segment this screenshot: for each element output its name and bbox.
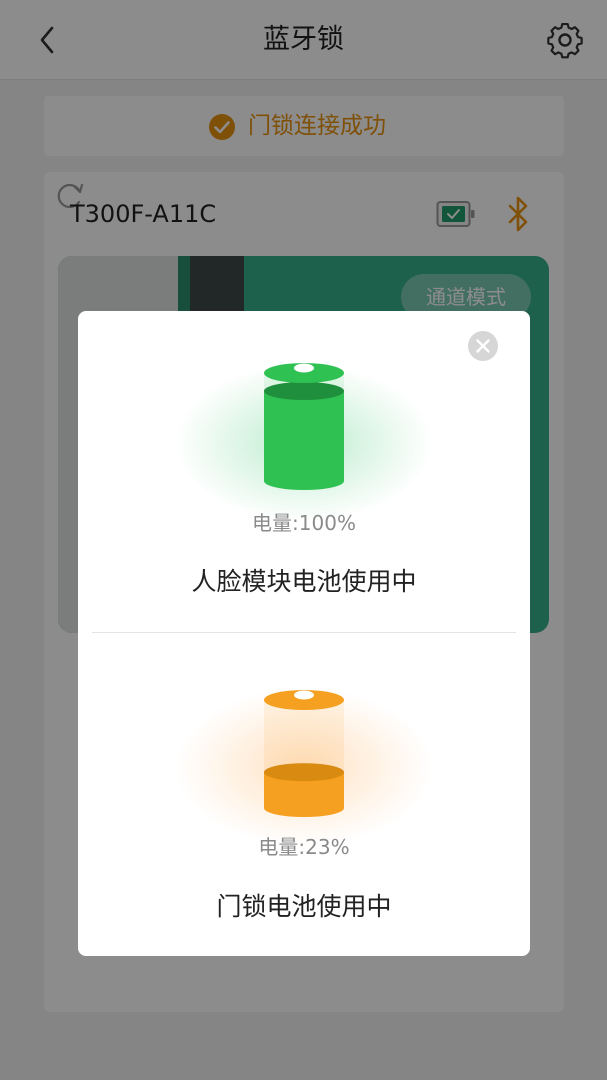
battery-level-graphic (264, 363, 344, 490)
face-module-battery-section: 电量:100% 人脸模块电池使用中 (78, 311, 530, 633)
battery-status-label: 门锁电池使用中 (216, 892, 392, 921)
door-lock-battery-section: 电量:23% 门锁电池使用中 (78, 633, 530, 956)
battery-status-label: 人脸模块电池使用中 (191, 567, 417, 596)
battery-level-text: 电量:100% (252, 511, 356, 535)
battery-level-text: 电量:23% (258, 835, 350, 859)
battery-status-dialog: 电量:100% 人脸模块电池使用中 电量:23% 门锁电池使用中 (78, 311, 530, 956)
battery-level-graphic (264, 690, 344, 817)
